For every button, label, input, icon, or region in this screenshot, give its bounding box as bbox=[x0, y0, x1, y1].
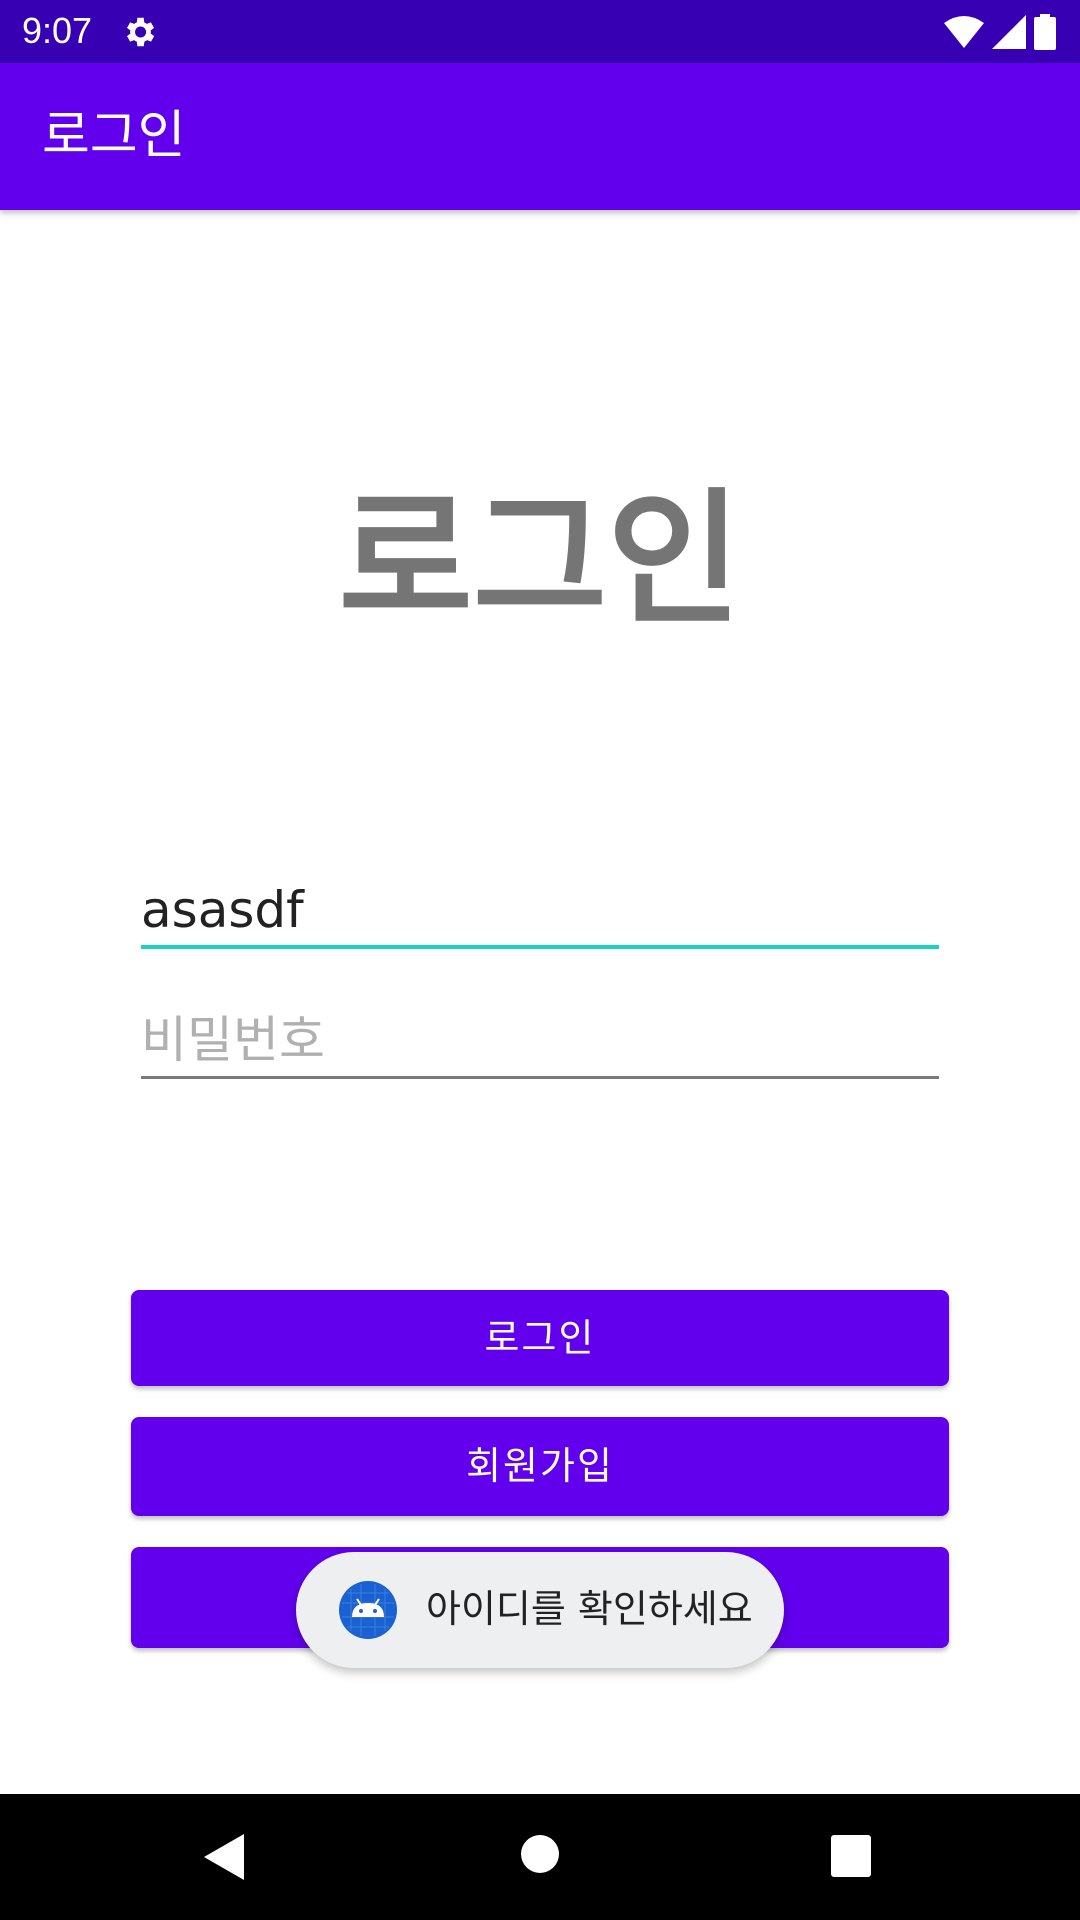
signup-button[interactable]: 회원가입 bbox=[131, 1417, 949, 1516]
android-icon bbox=[339, 1581, 397, 1639]
toast: 아이디를 확인하세요 bbox=[296, 1552, 784, 1668]
back-icon[interactable] bbox=[204, 1834, 244, 1880]
navigation-bar bbox=[0, 1794, 1080, 1920]
status-icons bbox=[944, 12, 1056, 52]
login-heading: 로그인 bbox=[338, 475, 742, 645]
gear-icon bbox=[126, 17, 155, 47]
login-button[interactable]: 로그인 bbox=[131, 1290, 949, 1386]
cell-signal-icon bbox=[992, 15, 1026, 49]
wifi-icon bbox=[944, 16, 984, 48]
app-bar-title: 로그인 bbox=[42, 106, 186, 166]
id-input[interactable]: asasdf bbox=[141, 875, 939, 949]
password-input[interactable]: 비밀번호 bbox=[141, 1005, 939, 1079]
recents-icon[interactable] bbox=[831, 1835, 871, 1877]
status-time: 9:07 bbox=[22, 10, 93, 51]
app-bar: 로그인 bbox=[0, 63, 1080, 210]
status-bar: 9:07 bbox=[0, 0, 1080, 63]
home-icon[interactable] bbox=[520, 1834, 560, 1874]
battery-icon bbox=[1034, 14, 1056, 50]
toast-message: 아이디를 확인하세요 bbox=[426, 1587, 753, 1631]
